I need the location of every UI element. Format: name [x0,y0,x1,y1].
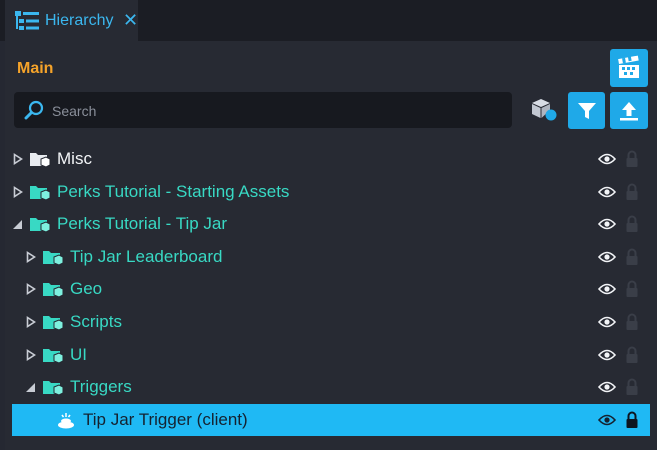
tree-item-label: Triggers [70,377,132,397]
tab-bar: Hierarchy ✕ [0,0,657,41]
filter-icon [577,102,596,119]
collapse-triangle-icon[interactable] [25,380,37,394]
folder-icon [43,316,64,331]
trigger-icon [58,412,74,429]
visibility-eye-icon[interactable] [598,283,616,295]
visibility-eye-icon[interactable] [598,251,616,263]
folder-icon [30,153,51,168]
lock-icon[interactable] [625,150,639,168]
lock-icon[interactable] [625,280,639,298]
folder-icon [30,218,51,233]
search-icon [24,100,44,120]
folder-icon [43,381,64,396]
tree-item-label: Tip Jar Trigger (client) [83,409,248,429]
visibility-eye-icon[interactable] [598,381,616,393]
visibility-eye-icon[interactable] [598,153,616,165]
visibility-eye-icon[interactable] [598,349,616,361]
expand-triangle-icon[interactable] [12,152,24,166]
lock-icon[interactable] [625,346,639,364]
tree-row-folder[interactable]: Perks Tutorial - Tip Jar [12,208,650,240]
tab-title: Hierarchy [45,12,114,29]
clapperboard-button[interactable] [610,49,648,87]
expand-triangle-icon[interactable] [25,348,37,362]
search-box [14,92,512,130]
tree-row-folder[interactable]: Misc [12,143,650,175]
collapse-triangle-icon[interactable] [12,217,24,231]
tab-hierarchy[interactable]: Hierarchy ✕ [5,0,138,41]
hierarchy-list-icon [15,11,39,30]
lock-icon[interactable] [625,215,639,233]
folder-icon [43,348,64,364]
tree-row-folder[interactable]: Scripts [12,306,650,338]
visibility-eye-icon[interactable] [598,218,616,230]
tree-item-label: Scripts [70,312,122,331]
search-input[interactable] [50,92,504,130]
visibility-eye-icon[interactable] [598,316,616,328]
expand-triangle-icon[interactable] [12,185,24,199]
lock-icon[interactable] [625,313,639,331]
tree-row-folder[interactable]: UI [12,339,650,371]
scope-label: Main [17,60,54,77]
folder-icon [43,250,64,266]
filter-button[interactable] [568,92,605,129]
lock-icon[interactable] [625,378,639,396]
tree-row-folder[interactable]: Geo [12,273,650,305]
tree-item-label: Perks Tutorial - Starting Assets [57,181,290,201]
tree-row-folder[interactable]: Tip Jar Leaderboard [12,241,650,273]
visibility-eye-icon[interactable] [598,186,616,198]
folder-icon [43,283,64,298]
tree-item-label: Perks Tutorial - Tip Jar [57,214,228,234]
lock-icon[interactable] [625,411,639,429]
visibility-eye-icon[interactable] [598,414,616,426]
tree-row-folder[interactable]: Perks Tutorial - Starting Assets [12,176,650,208]
tree-row-trigger[interactable]: Tip Jar Trigger (client) [12,403,650,436]
lock-icon[interactable] [625,248,639,266]
tree-item-label: UI [70,344,87,364]
close-icon[interactable]: ✕ [123,10,138,30]
lock-icon[interactable] [625,183,639,201]
expand-triangle-icon[interactable] [25,282,37,296]
folder-icon [30,185,51,201]
tree-item-label: Misc [57,149,92,168]
upload-icon [620,101,638,120]
expand-triangle-icon[interactable] [25,250,37,264]
clapperboard-icon [618,55,639,78]
tree-row-folder[interactable]: Triggers [12,371,650,403]
object-cube-icon[interactable] [530,97,558,123]
expand-triangle-icon[interactable] [25,315,37,329]
tree-item-label: Tip Jar Leaderboard [70,246,223,266]
upload-button[interactable] [610,92,648,129]
tree-item-label: Geo [70,279,103,299]
